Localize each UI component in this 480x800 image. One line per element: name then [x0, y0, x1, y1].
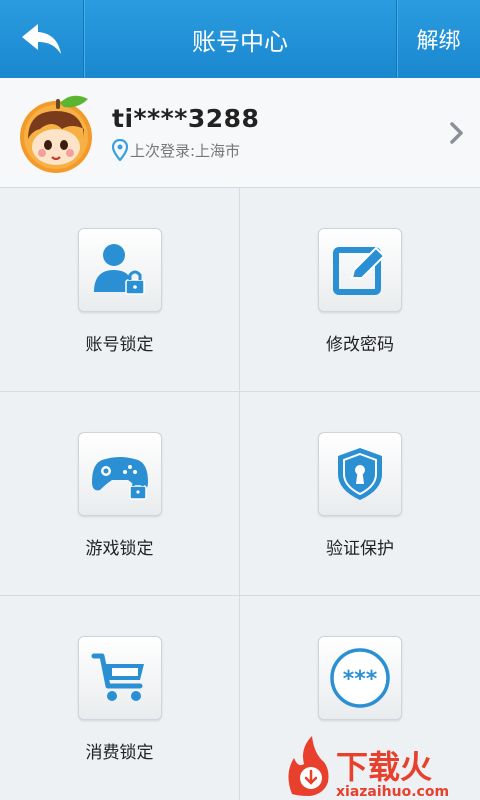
- avatar: [20, 95, 92, 173]
- change-password-item[interactable]: 修改密码: [240, 188, 480, 392]
- user-lock-icon: [93, 244, 145, 295]
- spending-lock-label: 消费锁定: [85, 743, 154, 763]
- edit-icon: [333, 246, 386, 295]
- location-pin-icon: [112, 139, 128, 161]
- page-title: 账号中心: [192, 27, 288, 56]
- change-password-label: 修改密码: [326, 335, 394, 355]
- watermark-logo: 下载火 xiazaihuo.com: [282, 734, 480, 800]
- back-arrow-icon: [21, 24, 61, 54]
- last-login-text: 上次登录:上海市: [130, 141, 241, 160]
- svg-text:***: ***: [343, 667, 378, 692]
- account-lock-item[interactable]: 账号锁定: [0, 188, 240, 392]
- change-password-button[interactable]: [318, 228, 402, 312]
- gamepad-lock-icon: [91, 457, 148, 500]
- feature-grid: 账号锁定 修改密码 游戏锁定 验证保护 消费锁定 ***: [0, 188, 480, 800]
- password-dots-icon: ***: [330, 648, 390, 708]
- watermark-text: 下载火: [336, 748, 432, 786]
- shopping-cart-icon: [91, 653, 144, 701]
- shield-keyhole-icon: [338, 448, 382, 500]
- spending-lock-button[interactable]: [77, 636, 162, 720]
- game-lock-button[interactable]: [77, 432, 162, 516]
- unbind-button[interactable]: 解绑: [396, 0, 480, 78]
- back-button[interactable]: [0, 0, 84, 78]
- verify-protection-label: 验证保护: [326, 539, 394, 559]
- watermark-url: xiazaihuo.com: [336, 784, 449, 800]
- game-lock-label: 游戏锁定: [85, 539, 154, 559]
- verify-protection-item[interactable]: 验证保护: [240, 392, 480, 596]
- password-button[interactable]: ***: [318, 636, 402, 720]
- game-lock-item[interactable]: 游戏锁定: [0, 392, 240, 596]
- account-profile-row[interactable]: ti****3288 上次登录:上海市: [0, 78, 480, 188]
- chevron-right-icon: [442, 113, 472, 153]
- account-lock-label: 账号锁定: [85, 335, 154, 355]
- title-bar: 账号中心 解绑: [0, 0, 480, 78]
- account-lock-button[interactable]: [77, 228, 162, 312]
- spending-lock-item[interactable]: 消费锁定: [0, 596, 240, 800]
- username: ti****3288: [112, 104, 260, 133]
- verify-protection-button[interactable]: [318, 432, 402, 516]
